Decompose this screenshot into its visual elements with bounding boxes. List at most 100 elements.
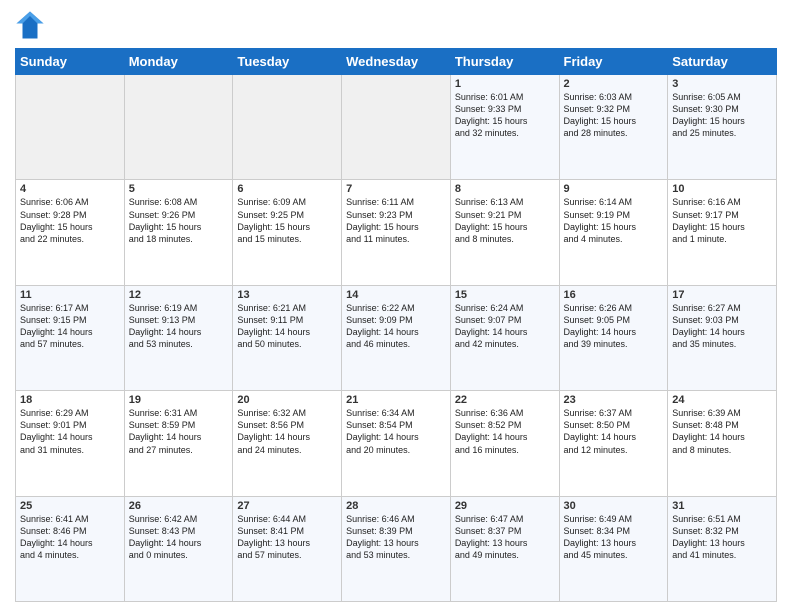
calendar-cell: 11Sunrise: 6:17 AM Sunset: 9:15 PM Dayli… (16, 285, 125, 390)
days-header-row: SundayMondayTuesdayWednesdayThursdayFrid… (16, 49, 777, 75)
day-info: Sunrise: 6:06 AM Sunset: 9:28 PM Dayligh… (20, 196, 120, 245)
week-row-3: 11Sunrise: 6:17 AM Sunset: 9:15 PM Dayli… (16, 285, 777, 390)
day-number: 27 (237, 500, 337, 512)
calendar-cell: 18Sunrise: 6:29 AM Sunset: 9:01 PM Dayli… (16, 391, 125, 496)
day-number: 1 (455, 78, 555, 90)
day-header-thursday: Thursday (450, 49, 559, 75)
calendar-cell: 20Sunrise: 6:32 AM Sunset: 8:56 PM Dayli… (233, 391, 342, 496)
day-info: Sunrise: 6:01 AM Sunset: 9:33 PM Dayligh… (455, 91, 555, 140)
calendar-cell: 12Sunrise: 6:19 AM Sunset: 9:13 PM Dayli… (124, 285, 233, 390)
day-header-sunday: Sunday (16, 49, 125, 75)
day-number: 18 (20, 394, 120, 406)
calendar-cell (16, 75, 125, 180)
header (15, 10, 777, 40)
day-number: 22 (455, 394, 555, 406)
calendar-cell: 8Sunrise: 6:13 AM Sunset: 9:21 PM Daylig… (450, 180, 559, 285)
day-number: 19 (129, 394, 229, 406)
day-number: 2 (564, 78, 664, 90)
logo (15, 10, 49, 40)
calendar-cell: 23Sunrise: 6:37 AM Sunset: 8:50 PM Dayli… (559, 391, 668, 496)
day-number: 14 (346, 289, 446, 301)
day-number: 26 (129, 500, 229, 512)
calendar-cell: 1Sunrise: 6:01 AM Sunset: 9:33 PM Daylig… (450, 75, 559, 180)
day-info: Sunrise: 6:26 AM Sunset: 9:05 PM Dayligh… (564, 302, 664, 351)
day-header-saturday: Saturday (668, 49, 777, 75)
day-number: 17 (672, 289, 772, 301)
day-info: Sunrise: 6:22 AM Sunset: 9:09 PM Dayligh… (346, 302, 446, 351)
calendar-cell: 2Sunrise: 6:03 AM Sunset: 9:32 PM Daylig… (559, 75, 668, 180)
day-number: 13 (237, 289, 337, 301)
calendar-cell: 15Sunrise: 6:24 AM Sunset: 9:07 PM Dayli… (450, 285, 559, 390)
calendar-cell: 7Sunrise: 6:11 AM Sunset: 9:23 PM Daylig… (342, 180, 451, 285)
calendar-cell (124, 75, 233, 180)
day-number: 29 (455, 500, 555, 512)
day-number: 28 (346, 500, 446, 512)
day-info: Sunrise: 6:13 AM Sunset: 9:21 PM Dayligh… (455, 196, 555, 245)
day-number: 25 (20, 500, 120, 512)
day-number: 20 (237, 394, 337, 406)
calendar-cell: 6Sunrise: 6:09 AM Sunset: 9:25 PM Daylig… (233, 180, 342, 285)
calendar-cell: 22Sunrise: 6:36 AM Sunset: 8:52 PM Dayli… (450, 391, 559, 496)
day-info: Sunrise: 6:51 AM Sunset: 8:32 PM Dayligh… (672, 513, 772, 562)
day-header-tuesday: Tuesday (233, 49, 342, 75)
calendar-cell: 16Sunrise: 6:26 AM Sunset: 9:05 PM Dayli… (559, 285, 668, 390)
day-info: Sunrise: 6:27 AM Sunset: 9:03 PM Dayligh… (672, 302, 772, 351)
calendar-cell: 21Sunrise: 6:34 AM Sunset: 8:54 PM Dayli… (342, 391, 451, 496)
day-info: Sunrise: 6:34 AM Sunset: 8:54 PM Dayligh… (346, 407, 446, 456)
week-row-4: 18Sunrise: 6:29 AM Sunset: 9:01 PM Dayli… (16, 391, 777, 496)
calendar-cell: 19Sunrise: 6:31 AM Sunset: 8:59 PM Dayli… (124, 391, 233, 496)
day-info: Sunrise: 6:17 AM Sunset: 9:15 PM Dayligh… (20, 302, 120, 351)
calendar-cell: 27Sunrise: 6:44 AM Sunset: 8:41 PM Dayli… (233, 496, 342, 601)
day-number: 15 (455, 289, 555, 301)
calendar-cell: 10Sunrise: 6:16 AM Sunset: 9:17 PM Dayli… (668, 180, 777, 285)
day-number: 6 (237, 183, 337, 195)
day-number: 8 (455, 183, 555, 195)
calendar: SundayMondayTuesdayWednesdayThursdayFrid… (15, 48, 777, 602)
day-info: Sunrise: 6:41 AM Sunset: 8:46 PM Dayligh… (20, 513, 120, 562)
week-row-5: 25Sunrise: 6:41 AM Sunset: 8:46 PM Dayli… (16, 496, 777, 601)
day-info: Sunrise: 6:46 AM Sunset: 8:39 PM Dayligh… (346, 513, 446, 562)
day-info: Sunrise: 6:49 AM Sunset: 8:34 PM Dayligh… (564, 513, 664, 562)
day-number: 4 (20, 183, 120, 195)
day-info: Sunrise: 6:19 AM Sunset: 9:13 PM Dayligh… (129, 302, 229, 351)
calendar-cell: 5Sunrise: 6:08 AM Sunset: 9:26 PM Daylig… (124, 180, 233, 285)
day-info: Sunrise: 6:03 AM Sunset: 9:32 PM Dayligh… (564, 91, 664, 140)
day-number: 30 (564, 500, 664, 512)
day-info: Sunrise: 6:16 AM Sunset: 9:17 PM Dayligh… (672, 196, 772, 245)
week-row-1: 1Sunrise: 6:01 AM Sunset: 9:33 PM Daylig… (16, 75, 777, 180)
day-header-friday: Friday (559, 49, 668, 75)
calendar-cell: 26Sunrise: 6:42 AM Sunset: 8:43 PM Dayli… (124, 496, 233, 601)
day-info: Sunrise: 6:29 AM Sunset: 9:01 PM Dayligh… (20, 407, 120, 456)
day-info: Sunrise: 6:24 AM Sunset: 9:07 PM Dayligh… (455, 302, 555, 351)
day-number: 24 (672, 394, 772, 406)
day-header-monday: Monday (124, 49, 233, 75)
calendar-cell (233, 75, 342, 180)
calendar-cell: 3Sunrise: 6:05 AM Sunset: 9:30 PM Daylig… (668, 75, 777, 180)
calendar-cell (342, 75, 451, 180)
page: SundayMondayTuesdayWednesdayThursdayFrid… (0, 0, 792, 612)
day-number: 7 (346, 183, 446, 195)
day-number: 23 (564, 394, 664, 406)
day-info: Sunrise: 6:36 AM Sunset: 8:52 PM Dayligh… (455, 407, 555, 456)
logo-icon (15, 10, 45, 40)
day-number: 3 (672, 78, 772, 90)
day-number: 12 (129, 289, 229, 301)
day-number: 10 (672, 183, 772, 195)
day-info: Sunrise: 6:31 AM Sunset: 8:59 PM Dayligh… (129, 407, 229, 456)
calendar-cell: 28Sunrise: 6:46 AM Sunset: 8:39 PM Dayli… (342, 496, 451, 601)
day-info: Sunrise: 6:39 AM Sunset: 8:48 PM Dayligh… (672, 407, 772, 456)
day-header-wednesday: Wednesday (342, 49, 451, 75)
day-number: 11 (20, 289, 120, 301)
day-info: Sunrise: 6:37 AM Sunset: 8:50 PM Dayligh… (564, 407, 664, 456)
calendar-cell: 4Sunrise: 6:06 AM Sunset: 9:28 PM Daylig… (16, 180, 125, 285)
day-info: Sunrise: 6:05 AM Sunset: 9:30 PM Dayligh… (672, 91, 772, 140)
day-info: Sunrise: 6:11 AM Sunset: 9:23 PM Dayligh… (346, 196, 446, 245)
day-number: 9 (564, 183, 664, 195)
day-number: 31 (672, 500, 772, 512)
calendar-cell: 24Sunrise: 6:39 AM Sunset: 8:48 PM Dayli… (668, 391, 777, 496)
day-number: 5 (129, 183, 229, 195)
day-info: Sunrise: 6:32 AM Sunset: 8:56 PM Dayligh… (237, 407, 337, 456)
day-info: Sunrise: 6:47 AM Sunset: 8:37 PM Dayligh… (455, 513, 555, 562)
day-number: 16 (564, 289, 664, 301)
calendar-cell: 9Sunrise: 6:14 AM Sunset: 9:19 PM Daylig… (559, 180, 668, 285)
